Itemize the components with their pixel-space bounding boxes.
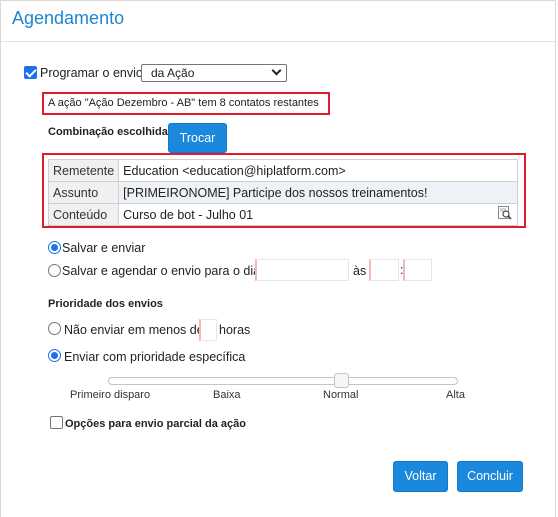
schedule-checkbox[interactable] [24, 66, 37, 79]
subject-value: [PRIMEIRONOME] Participe dos nossos trei… [118, 181, 518, 204]
chevron-down-icon [271, 65, 282, 76]
slider-label-low: Baixa [213, 389, 241, 401]
save-and-send-label: Salvar e enviar [62, 241, 146, 255]
content-key: Conteúdo [47, 203, 120, 226]
preview-magnifier-icon[interactable] [498, 206, 512, 220]
partial-send-label: Opções para envio parcial da ação [65, 418, 246, 430]
save-and-schedule-label: Salvar e agendar o envio para o dia [62, 264, 261, 278]
min-hours-label: Não enviar em menos de [64, 323, 204, 337]
priority-slider-track[interactable] [108, 377, 458, 385]
priority-slider-handle[interactable] [334, 373, 349, 388]
min-hours-input[interactable] [199, 319, 217, 341]
schedule-checkbox-label: Programar o envio [40, 66, 143, 80]
priority-heading: Prioridade dos envios [48, 298, 163, 310]
combination-table: Remetente Education <education@hiplatfor… [47, 159, 518, 226]
schedule-date-input[interactable] [255, 259, 349, 281]
slider-label-first: Primeiro disparo [70, 389, 151, 401]
sender-value: Education <education@hiplatform.com> [118, 159, 518, 182]
save-and-send-radio[interactable] [48, 241, 61, 254]
specific-priority-radio[interactable] [48, 349, 61, 362]
schedule-hour-input[interactable] [369, 259, 399, 281]
dialog-title: Agendamento [12, 8, 125, 28]
finish-button[interactable]: Concluir [457, 461, 523, 492]
at-label: às [353, 264, 367, 278]
swap-combination-button[interactable]: Trocar [168, 123, 227, 153]
dialog-header: Agendamento [1, 1, 555, 42]
table-row: Conteúdo Curso de bot - Julho 01 [47, 203, 518, 226]
hours-label: horas [219, 323, 251, 337]
scheduling-dialog: Agendamento Programar o envio da Ação A … [0, 0, 556, 517]
sender-key: Remetente [47, 159, 120, 182]
slider-label-high: Alta [446, 389, 465, 401]
subject-key: Assunto [47, 181, 120, 204]
table-row: Remetente Education <education@hiplatfor… [47, 159, 518, 182]
save-and-schedule-radio[interactable] [48, 264, 61, 277]
back-button[interactable]: Voltar [393, 461, 448, 492]
content-value: Curso de bot - Julho 01 [118, 203, 518, 226]
partial-send-checkbox[interactable] [50, 416, 63, 429]
table-row: Assunto [PRIMEIRONOME] Participe dos nos… [47, 181, 518, 204]
combination-label: Combinação escolhida [48, 126, 168, 138]
slider-label-normal: Normal [323, 389, 359, 401]
schedule-minute-input[interactable] [403, 259, 432, 281]
specific-priority-label: Enviar com prioridade específica [64, 350, 246, 364]
min-hours-radio[interactable] [48, 322, 61, 335]
schedule-source-value: da Ação [151, 66, 195, 80]
schedule-source-select[interactable]: da Ação [141, 64, 287, 82]
contacts-notice: A ação "Ação Dezembro - AB" tem 8 contat… [48, 97, 319, 109]
